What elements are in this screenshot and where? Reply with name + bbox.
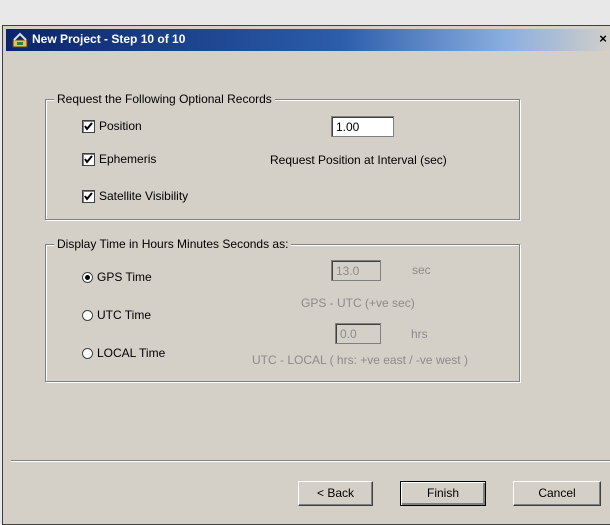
time-display-group-label: Display Time in Hours Minutes Seconds as… xyxy=(54,237,292,251)
cancel-button[interactable]: Cancel xyxy=(513,481,601,506)
title-bar[interactable]: New Project - Step 10 of 10 × xyxy=(6,29,610,51)
interval-label: Request Position at Interval (sec) xyxy=(270,153,447,167)
button-separator xyxy=(11,460,610,462)
gps-time-radio[interactable] xyxy=(82,271,93,283)
optional-records-group: Request the Following Optional Records P… xyxy=(45,92,520,220)
ephemeris-label: Ephemeris xyxy=(99,152,157,166)
local-offset-unit: hrs xyxy=(411,327,428,341)
time-display-group: Display Time in Hours Minutes Seconds as… xyxy=(45,237,520,382)
back-button[interactable]: < Back xyxy=(298,481,373,506)
optional-records-group-label: Request the Following Optional Records xyxy=(54,92,275,106)
local-time-label: LOCAL Time xyxy=(97,346,166,360)
local-offset-label: UTC - LOCAL ( hrs: +ve east / -ve west ) xyxy=(252,353,468,367)
local-time-radio-row[interactable]: LOCAL Time xyxy=(82,346,165,360)
wizard-app-icon xyxy=(12,32,28,48)
ephemeris-checkbox[interactable] xyxy=(82,152,95,166)
ephemeris-checkbox-row[interactable]: Ephemeris xyxy=(82,152,156,166)
satellite-visibility-checkbox-row[interactable]: Satellite Visibility xyxy=(82,189,188,203)
checkmark-icon xyxy=(84,191,93,201)
checkmark-icon xyxy=(84,121,93,131)
position-checkbox[interactable] xyxy=(82,119,95,133)
satellite-visibility-checkbox[interactable] xyxy=(82,189,95,203)
wizard-window: New Project - Step 10 of 10 × Request th… xyxy=(2,25,610,525)
close-button[interactable]: × xyxy=(595,31,610,47)
gps-time-label: GPS Time xyxy=(97,270,152,284)
window-title: New Project - Step 10 of 10 xyxy=(32,32,186,46)
interval-input[interactable]: 1.00 xyxy=(331,116,394,137)
gps-offset-input[interactable]: 13.0 xyxy=(331,260,381,281)
utc-time-label: UTC Time xyxy=(97,308,151,322)
position-label: Position xyxy=(99,119,142,133)
gps-time-radio-row[interactable]: GPS Time xyxy=(82,270,152,284)
gps-offset-label: GPS - UTC (+ve sec) xyxy=(301,296,415,310)
utc-time-radio[interactable] xyxy=(82,309,93,321)
gps-offset-unit: sec xyxy=(412,263,431,277)
checkmark-icon xyxy=(84,154,93,164)
local-offset-input[interactable]: 0.0 xyxy=(335,323,381,344)
local-time-radio[interactable] xyxy=(82,347,93,359)
satellite-visibility-label: Satellite Visibility xyxy=(99,189,189,203)
finish-button[interactable]: Finish xyxy=(400,481,486,506)
position-checkbox-row[interactable]: Position xyxy=(82,119,142,133)
utc-time-radio-row[interactable]: UTC Time xyxy=(82,308,151,322)
